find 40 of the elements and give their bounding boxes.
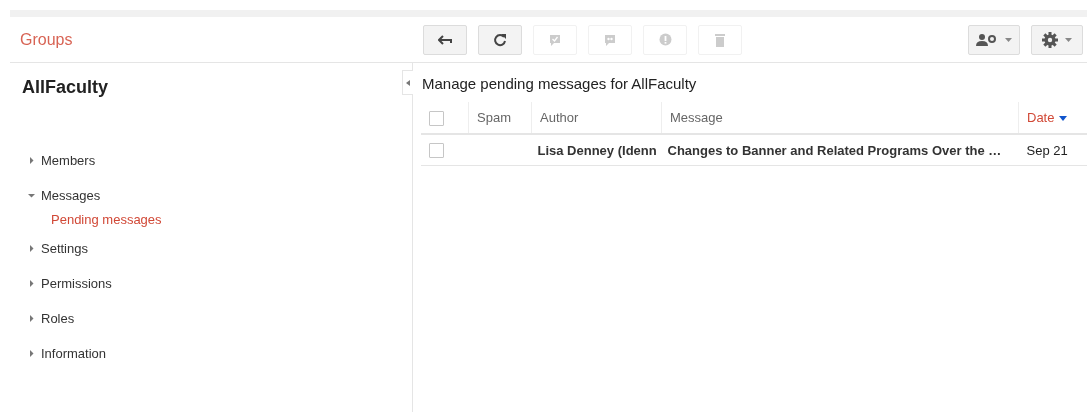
- select-all-checkbox[interactable]: [429, 110, 444, 126]
- sidebar-item[interactable]: Information: [0, 336, 412, 371]
- column-header[interactable]: Date: [1018, 102, 1087, 134]
- sidebar-item[interactable]: Permissions: [0, 266, 412, 301]
- caret-icon: [1065, 37, 1072, 42]
- caret-icon: [28, 245, 35, 252]
- table-cell: Lisa Denney (Idenn: [537, 142, 657, 158]
- caret-icon: [28, 350, 35, 357]
- refresh-button[interactable]: [478, 24, 522, 55]
- settings-menu-button[interactable]: [1031, 24, 1083, 55]
- column-header[interactable]: Message: [661, 102, 1019, 134]
- back-arrow-icon: [438, 34, 452, 45]
- members-menu-button[interactable]: [968, 24, 1020, 55]
- trash-icon: [715, 32, 725, 47]
- settings-icon: [1042, 31, 1058, 48]
- person-gear-icon: [976, 33, 998, 46]
- exclamation-icon: [658, 33, 672, 46]
- caret-icon: [28, 157, 35, 164]
- column-header[interactable]: Spam: [468, 102, 532, 134]
- caret-icon: [406, 79, 410, 86]
- caret-icon: [1005, 37, 1012, 42]
- back-button[interactable]: [423, 24, 467, 55]
- caret-icon: [28, 280, 35, 287]
- sidebar-item[interactable]: Settings: [0, 231, 412, 266]
- speech-bubble-check-icon: [549, 33, 561, 46]
- app-title[interactable]: Groups: [20, 30, 73, 48]
- table-cell: Changes to Banner and Related Programs Over the …: [667, 142, 1002, 158]
- caret-icon: [28, 192, 35, 199]
- column-header[interactable]: Author: [531, 102, 662, 134]
- row-checkbox[interactable]: [429, 143, 444, 159]
- speech-bubble-icon: [604, 33, 616, 46]
- group-name: AllFaculty: [22, 77, 109, 98]
- sort-arrow-icon: [1059, 116, 1068, 122]
- sidebar-item[interactable]: Roles: [0, 301, 412, 336]
- caret-icon: [28, 315, 35, 322]
- table-cell: Sep 21: [1026, 142, 1068, 158]
- sidebar-item[interactable]: Members: [0, 143, 412, 178]
- refresh-icon: [493, 32, 507, 47]
- collapse-handle[interactable]: [402, 70, 413, 95]
- page-heading: Manage pending messages for AllFaculty: [422, 75, 698, 94]
